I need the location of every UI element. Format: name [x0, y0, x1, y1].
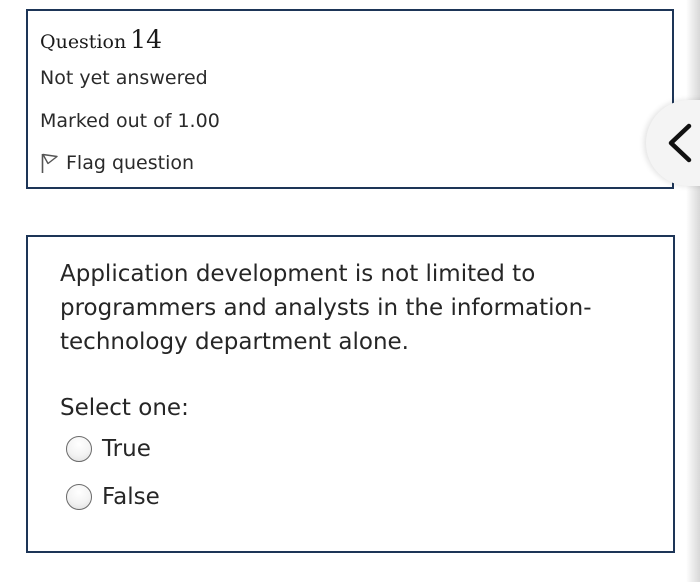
answer-status: Not yet answered — [40, 67, 208, 89]
question-text: Application development is not limited t… — [60, 261, 592, 355]
radio-false[interactable] — [66, 484, 92, 510]
answer-option-true[interactable]: True — [66, 436, 151, 462]
question-content-panel: Application development is not limited t… — [26, 235, 675, 553]
question-word: Question — [40, 31, 127, 53]
chevron-left-icon — [668, 123, 692, 163]
question-number: 14 — [130, 25, 163, 54]
answer-option-false[interactable]: False — [66, 484, 160, 510]
flag-question-button[interactable]: Flag question — [40, 152, 194, 174]
question-info-panel: Question 14 Not yet answered Marked out o… — [26, 9, 674, 189]
flag-question-label: Flag question — [66, 152, 195, 174]
flag-icon — [40, 152, 60, 174]
option-label-false: False — [102, 484, 160, 510]
question-title: Question 14 — [40, 25, 162, 54]
radio-true[interactable] — [66, 436, 92, 462]
question-marks: Marked out of 1.00 — [40, 110, 220, 132]
scrollbar-edge — [686, 0, 700, 582]
select-one-label: Select one: — [60, 395, 189, 421]
option-label-true: True — [102, 436, 151, 462]
